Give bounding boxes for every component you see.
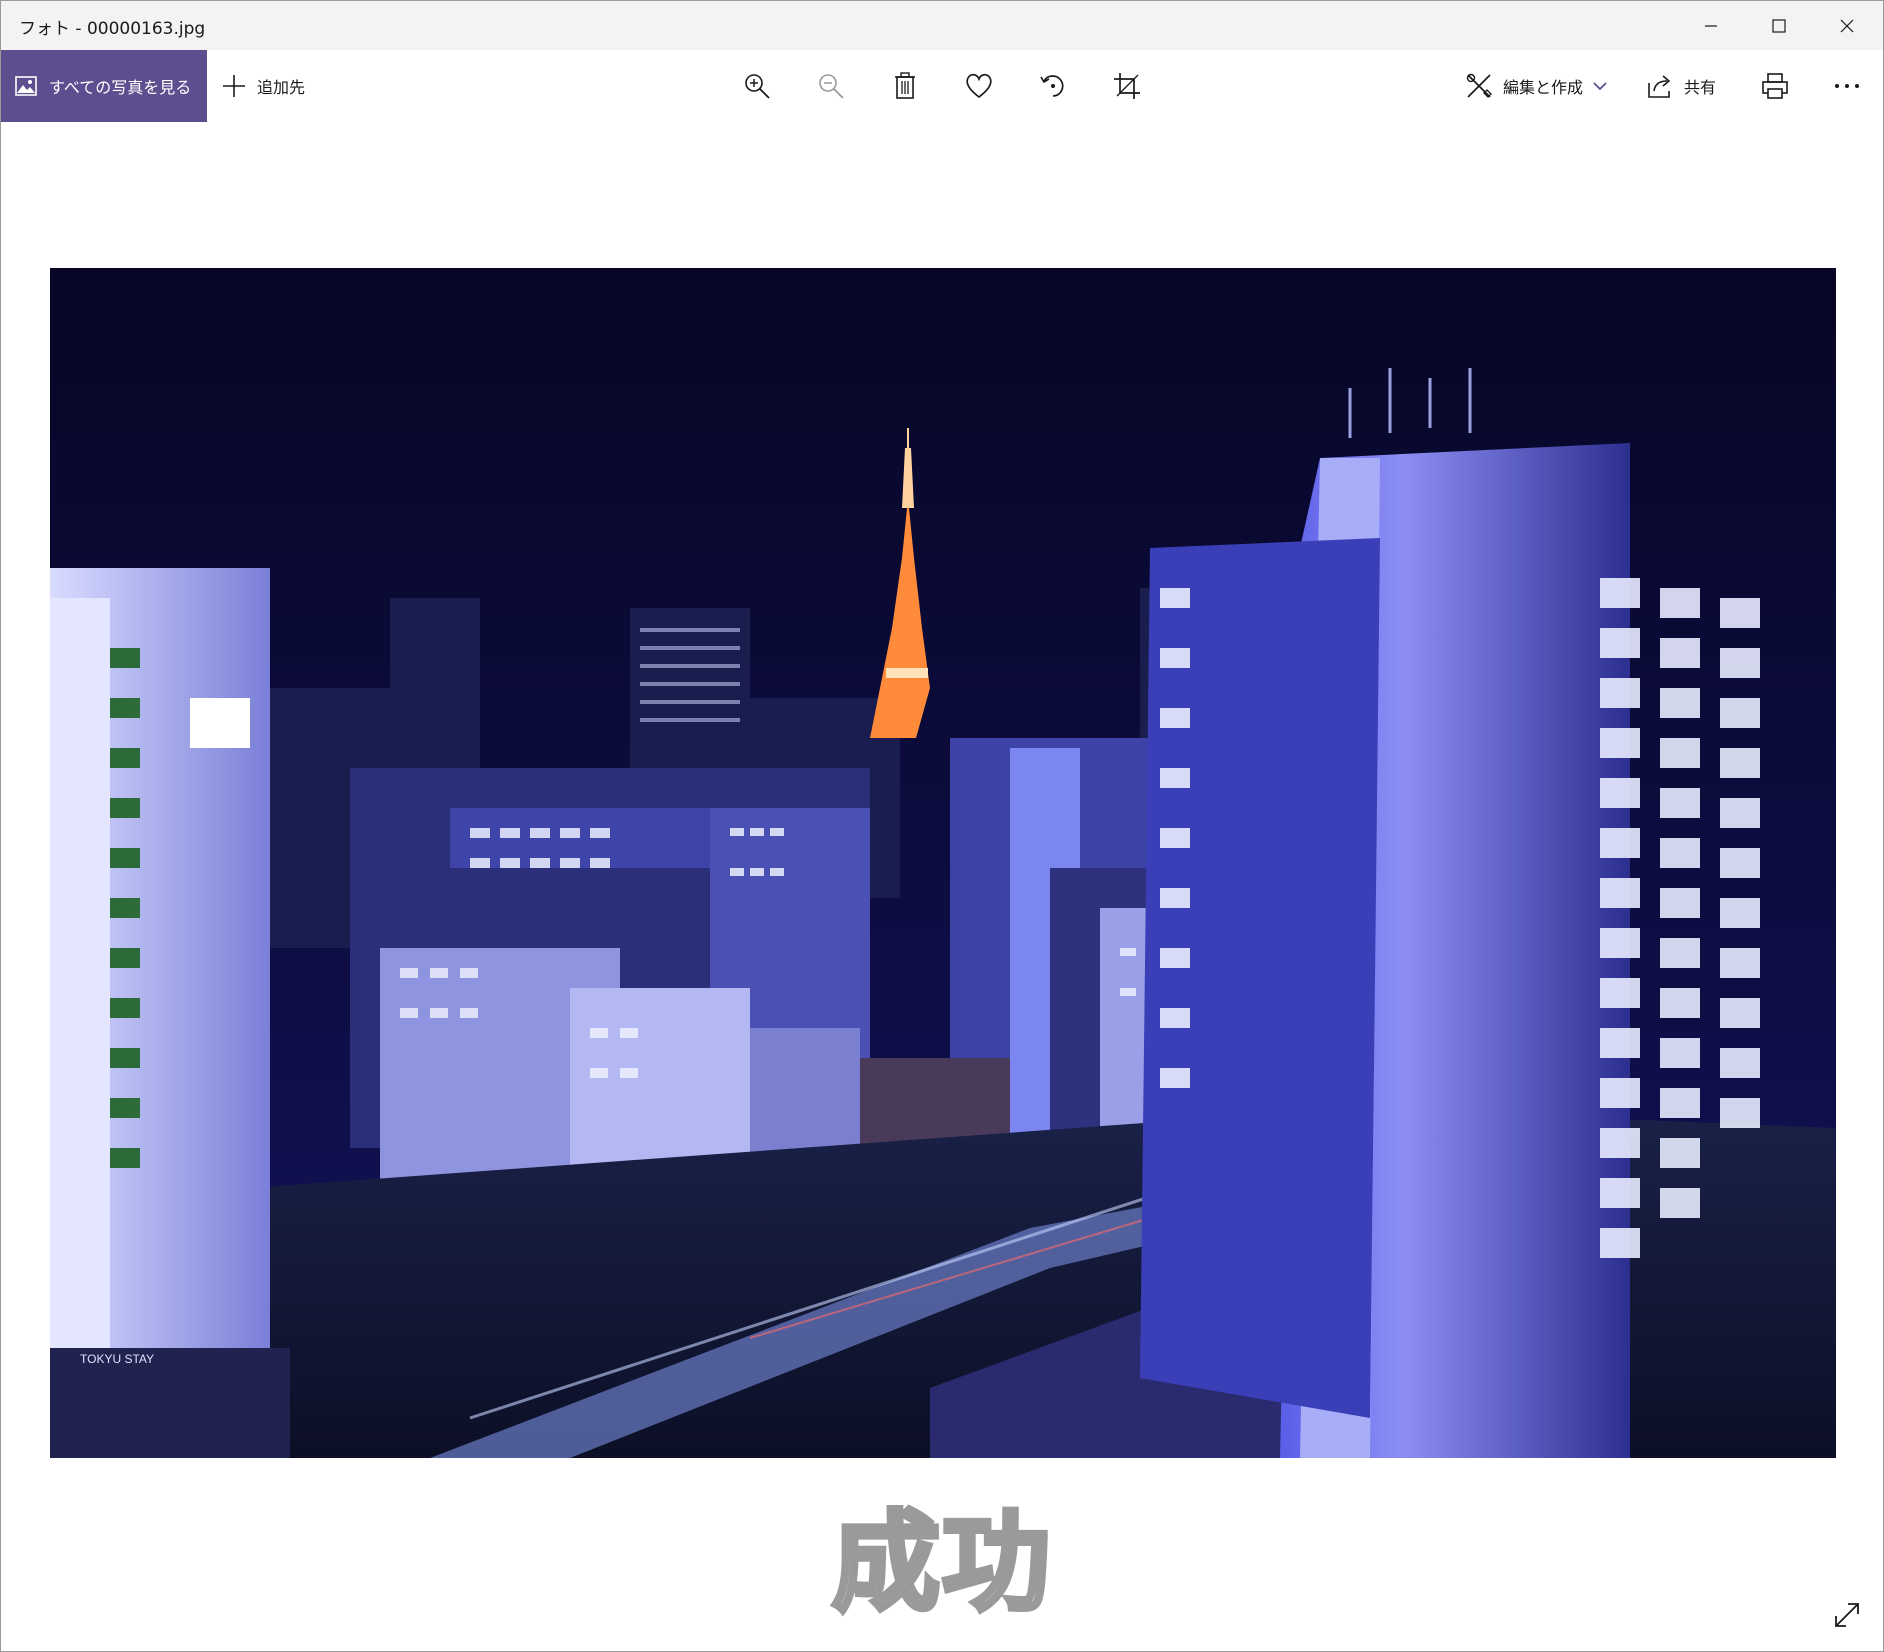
edit-and-create-label: 編集と作成: [1503, 78, 1584, 97]
see-all-photos-button[interactable]: すべての写真を見る: [1, 50, 207, 122]
close-icon: [1840, 19, 1854, 32]
printer-icon: [1762, 73, 1788, 99]
zoom-out-icon: [819, 74, 844, 99]
photos-icon: [15, 76, 37, 96]
rotate-button[interactable]: [1033, 66, 1073, 106]
zoom-in-icon: [745, 74, 770, 99]
photo-view[interactable]: TOKYU STAY: [50, 268, 1836, 1458]
minimize-button[interactable]: [1677, 1, 1745, 50]
share-icon: [1648, 75, 1671, 98]
print-button[interactable]: [1755, 66, 1795, 106]
crop-icon: [1114, 73, 1140, 99]
city-night-photo: TOKYU STAY: [50, 268, 1836, 1458]
plus-icon: [223, 75, 245, 97]
see-all-photos-label: すべての写真を見る: [49, 78, 192, 97]
building-sign-text: TOKYU STAY: [80, 1352, 154, 1366]
close-button[interactable]: [1813, 1, 1881, 50]
share-label: 共有: [1684, 78, 1717, 97]
minimize-icon: [1705, 24, 1717, 27]
maximize-button[interactable]: [1745, 1, 1813, 50]
add-to-label: 追加先: [257, 78, 306, 97]
more-options-button[interactable]: [1827, 66, 1867, 106]
trash-icon: [895, 72, 915, 99]
edit-and-create-button[interactable]: 編集と作成: [1465, 50, 1607, 122]
heart-icon: [966, 73, 992, 99]
expand-icon: [1835, 1603, 1859, 1627]
delete-button[interactable]: [885, 66, 925, 106]
rotate-icon: [1040, 75, 1064, 97]
toolbar: すべての写真を見る 追加先 編集と作成 共有: [1, 50, 1883, 122]
crop-button[interactable]: [1107, 66, 1147, 106]
maximize-icon: [1772, 18, 1786, 33]
title-bar: フォト - 00000163.jpg: [1, 1, 1883, 50]
window-title: フォト - 00000163.jpg: [19, 19, 206, 39]
edit-create-icon: [1466, 73, 1492, 98]
share-button[interactable]: 共有: [1646, 50, 1716, 122]
favorite-button[interactable]: [959, 66, 999, 106]
photos-app-window: フォト - 00000163.jpg すべての写真を見る 追加先 編集と作成 共…: [0, 0, 1884, 1652]
chevron-down-icon: [1593, 82, 1607, 91]
success-caption: 成功: [829, 1499, 1052, 1629]
zoom-in-button[interactable]: [737, 66, 777, 106]
zoom-out-button[interactable]: [811, 66, 851, 106]
more-icon: [1835, 84, 1859, 88]
fullscreen-button[interactable]: [1829, 1597, 1865, 1633]
add-to-button[interactable]: 追加先: [221, 50, 305, 122]
